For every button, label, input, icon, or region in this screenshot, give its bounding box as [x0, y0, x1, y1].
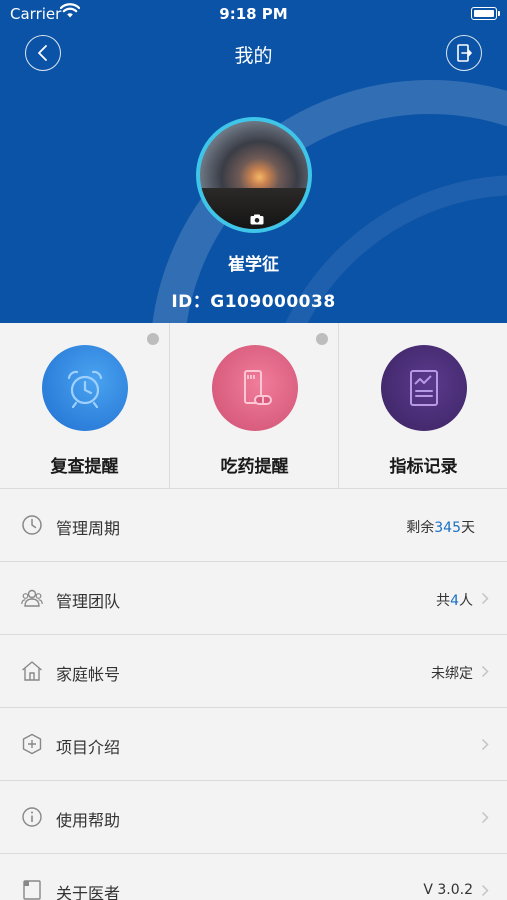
- camera-icon[interactable]: [250, 214, 264, 225]
- list-item-management-period[interactable]: 管理周期 剩余345天: [0, 489, 507, 562]
- list-item-family-account[interactable]: 家庭帐号 未绑定: [0, 635, 507, 708]
- battery-icon: [471, 7, 500, 20]
- chevron-right-icon: [481, 592, 489, 605]
- user-id: ID：G109000038: [171, 292, 336, 312]
- list-item-about[interactable]: 关于医者 V 3.0.2: [0, 854, 507, 900]
- about-icon: [23, 880, 41, 900]
- team-icon: [21, 589, 43, 607]
- chart-record-icon: [381, 345, 467, 431]
- team-count: 共4人: [436, 590, 473, 610]
- list-item-help[interactable]: 使用帮助: [0, 781, 507, 854]
- page-title: 我的: [234, 45, 273, 67]
- logout-button[interactable]: [446, 35, 482, 71]
- list-item-label: 使用帮助: [56, 811, 121, 830]
- status-time: 9:18 PM: [219, 5, 288, 23]
- review-reminder-tile[interactable]: 复查提醒: [0, 323, 169, 489]
- tile-label: 指标记录: [389, 457, 458, 477]
- plus-shield-icon: [22, 733, 42, 755]
- info-icon: [22, 807, 42, 827]
- tile-label: 复查提醒: [50, 457, 119, 477]
- settings-list: 管理周期 剩余345天 管理团队 共4人 家庭帐号 未绑定 项目介绍 使用帮助 …: [0, 489, 507, 900]
- tile-label: 吃药提醒: [220, 457, 289, 477]
- user-name: 崔学征: [228, 255, 279, 275]
- quick-actions: 复查提醒 吃药提醒 指标记录: [0, 323, 507, 489]
- value-prefix: 剩余: [406, 520, 435, 536]
- alarm-clock-icon: [42, 345, 128, 431]
- status-dot: [316, 333, 328, 345]
- avatar[interactable]: [196, 117, 312, 233]
- list-item-project-intro[interactable]: 项目介绍: [0, 708, 507, 781]
- medicine-reminder-tile[interactable]: 吃药提醒: [169, 323, 338, 489]
- medicine-icon: [212, 345, 298, 431]
- indicator-record-tile[interactable]: 指标记录: [338, 323, 507, 489]
- clock-icon: [22, 515, 42, 535]
- list-item-label: 管理团队: [56, 592, 121, 611]
- chevron-right-icon: [481, 738, 489, 751]
- app-version: V 3.0.2: [423, 882, 473, 898]
- logout-icon: [457, 44, 472, 62]
- value-suffix: 天: [461, 520, 475, 536]
- value-prefix: 共: [436, 593, 451, 609]
- list-item-label: 家庭帐号: [56, 665, 121, 684]
- remaining-days: 剩余345天: [406, 517, 475, 537]
- status-bar: Carrier 9:18 PM: [0, 0, 507, 28]
- value-suffix: 人: [459, 593, 473, 609]
- list-item-label: 项目介绍: [56, 738, 121, 757]
- status-dot: [147, 333, 159, 345]
- value-highlight: 345: [434, 520, 461, 536]
- list-item-label: 关于医者: [56, 884, 121, 900]
- nav-bar: 我的: [0, 30, 507, 76]
- list-item-management-team[interactable]: 管理团队 共4人: [0, 562, 507, 635]
- chevron-right-icon: [481, 884, 489, 897]
- binding-status: 未绑定: [431, 666, 473, 682]
- chevron-right-icon: [481, 665, 489, 678]
- home-icon: [22, 661, 42, 681]
- value-highlight: 4: [450, 593, 459, 609]
- profile-header: Carrier 9:18 PM 我的 崔学征 ID：G109000038: [0, 0, 507, 323]
- chevron-right-icon: [481, 811, 489, 824]
- list-item-label: 管理周期: [56, 519, 121, 538]
